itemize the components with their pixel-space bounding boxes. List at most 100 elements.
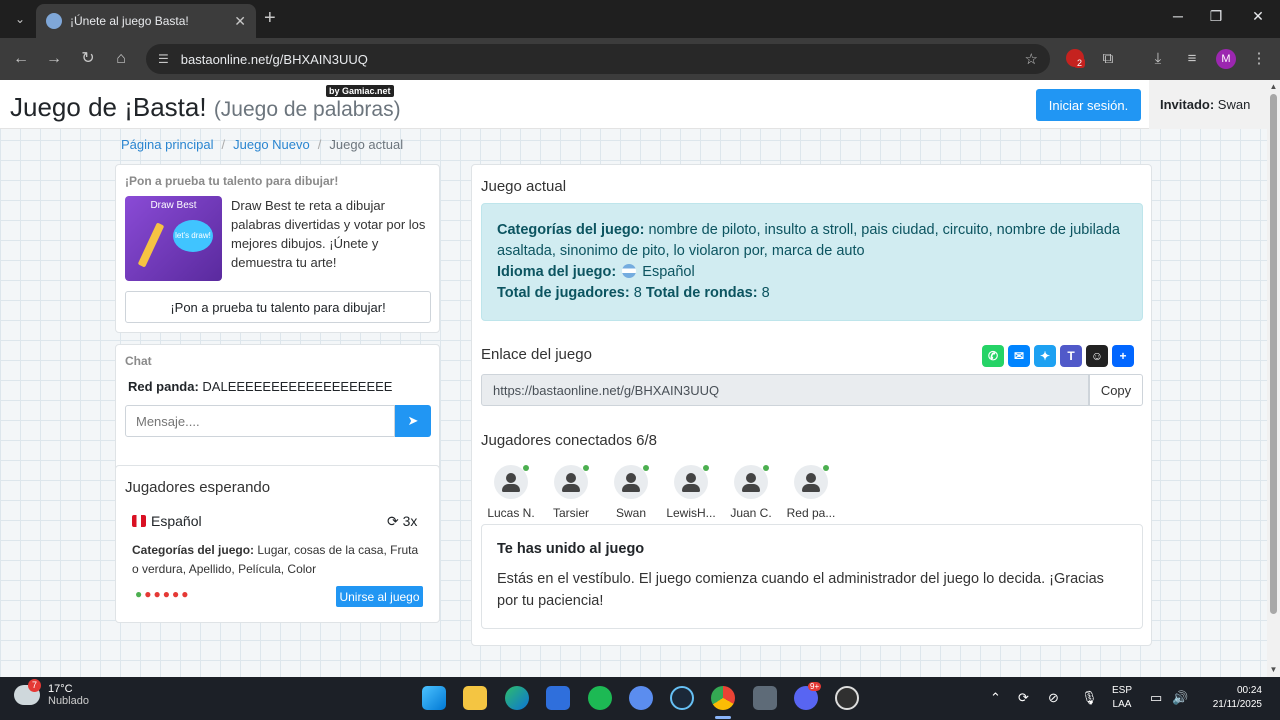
breadcrumb-separator: /: [317, 137, 322, 152]
browser-menu-icon[interactable]: ⋮: [1248, 48, 1270, 70]
user-avatar-icon: [494, 465, 529, 499]
store-icon[interactable]: [546, 686, 570, 710]
connected-player[interactable]: Juan C.: [721, 465, 781, 520]
player-slot-empty-icon: ●: [153, 587, 163, 601]
window-close-icon[interactable]: ✕: [1238, 8, 1278, 25]
game-link-input[interactable]: [481, 374, 1089, 406]
connected-player[interactable]: Lucas N.: [481, 465, 541, 520]
player-name: Swan: [615, 506, 647, 520]
user-avatar-icon: [554, 465, 589, 499]
game-language-label: Idioma del juego:: [497, 264, 617, 280]
weather-widget[interactable]: 7 17°C Nublado: [14, 679, 89, 707]
clock[interactable]: 00:24 21/11/2025: [1196, 684, 1262, 712]
media-control-icon[interactable]: ≡: [1181, 48, 1203, 70]
waiting-players-panel: Jugadores esperando Español ⟳ 3x Categor…: [115, 465, 440, 623]
spotify-icon[interactable]: [588, 686, 612, 710]
browser-tab-strip: ⌄ ¡Únete al juego Basta! ✕ + ─ ❐ ✕: [0, 0, 1280, 38]
teams-share-icon[interactable]: T: [1060, 345, 1082, 367]
browser-toolbar: ← → ↻ ⌂ ☰ bastaonline.net/g/BHXAIN3UUQ ☆…: [0, 38, 1280, 80]
site-info-icon[interactable]: ☰: [158, 52, 169, 66]
draw-best-button[interactable]: ¡Pon a prueba tu talento para dibujar!: [125, 291, 431, 323]
tab-search-icon[interactable]: ⌄: [8, 7, 32, 31]
home-icon[interactable]: ⌂: [110, 48, 132, 70]
online-status-dot: [703, 465, 709, 471]
messenger-share-icon[interactable]: ✉: [1008, 345, 1030, 367]
cloud-icon: 7: [14, 679, 41, 705]
connected-label-text: Jugadores conectados: [481, 432, 632, 449]
edge-icon[interactable]: [505, 686, 529, 710]
game-language-value: Español: [642, 264, 695, 280]
login-button[interactable]: Iniciar sesión.: [1036, 89, 1141, 121]
start-icon[interactable]: [422, 686, 446, 710]
player-slot-empty-icon: ●: [172, 587, 182, 601]
join-game-button[interactable]: Unirse al juego: [336, 586, 423, 607]
connected-player[interactable]: Tarsier: [541, 465, 601, 520]
browser-tab[interactable]: ¡Únete al juego Basta! ✕: [36, 4, 256, 38]
waiting-title: Jugadores esperando: [125, 479, 271, 496]
breadcrumb-home[interactable]: Página principal: [121, 137, 214, 152]
scroll-up-icon[interactable]: ▲: [1269, 82, 1278, 91]
lang-top: ESP: [1112, 685, 1133, 696]
address-bar[interactable]: ☰ bastaonline.net/g/BHXAIN3UUQ ☆: [146, 44, 1050, 74]
connected-player[interactable]: LewisH...: [661, 465, 721, 520]
game-link-label: Enlace del juego: [481, 346, 592, 363]
obs-icon[interactable]: [835, 686, 859, 710]
extensions-puzzle-icon[interactable]: ⧉: [1097, 48, 1119, 70]
steam-icon[interactable]: [670, 686, 694, 710]
sync-icon[interactable]: ⟳: [1018, 690, 1029, 706]
windows-taskbar: 7 17°C Nublado 9+ ⌃ ⟳ ⊘ 🎙 ESP LAA ▭ 🔊 00…: [0, 677, 1280, 720]
connected-player[interactable]: Red pa...: [781, 465, 841, 520]
back-icon[interactable]: ←: [10, 48, 32, 70]
new-tab-icon[interactable]: +: [264, 8, 276, 28]
total-players-label: Total de jugadores:: [497, 285, 630, 301]
scrollbar-thumb[interactable]: [1270, 94, 1277, 614]
language-indicator[interactable]: ESP LAA: [1112, 684, 1132, 712]
temperature: 17°C: [48, 683, 73, 695]
breadcrumb-new-game[interactable]: Juego Nuevo: [233, 137, 310, 152]
page-scrollbar[interactable]: ▲ ▼: [1267, 80, 1280, 677]
connected-player[interactable]: Swan: [601, 465, 661, 520]
player-slot-empty-icon: ●: [181, 587, 191, 601]
chrome-icon[interactable]: [711, 686, 735, 710]
waiting-player-slots: ●●●●●●: [135, 587, 191, 601]
game-heading: Juego actual: [481, 178, 567, 195]
calculator-icon[interactable]: [753, 686, 777, 710]
game-categories: Categorías del juego: nombre de piloto, …: [497, 220, 1127, 262]
total-players-value: 8: [633, 285, 642, 301]
profile-avatar[interactable]: M: [1216, 49, 1236, 69]
scroll-down-icon[interactable]: ▼: [1269, 665, 1278, 674]
gamiac-badge[interactable]: by Gamiac.net: [326, 85, 394, 97]
waiting-rounds: ⟳ 3x: [387, 513, 417, 530]
draw-best-image[interactable]: Draw Best let's draw!: [125, 196, 222, 281]
network-off-icon[interactable]: ⊘: [1048, 690, 1059, 706]
copy-link-button[interactable]: Copy: [1089, 374, 1143, 406]
snapchat-share-icon[interactable]: ☺: [1086, 345, 1108, 367]
microphone-icon[interactable]: 🎙: [1081, 690, 1098, 706]
breadcrumb-separator: /: [221, 137, 226, 152]
forward-icon[interactable]: →: [43, 48, 65, 70]
volume-icon[interactable]: 🔊: [1172, 690, 1188, 706]
page-viewport: Juego de ¡Basta! (Juego de palabras) by …: [0, 80, 1267, 677]
whatsapp-share-icon[interactable]: ✆: [982, 345, 1004, 367]
bookmark-star-icon[interactable]: ☆: [1025, 50, 1038, 68]
address-url[interactable]: bastaonline.net/g/BHXAIN3UUQ: [181, 52, 1025, 67]
chat-title: Chat: [125, 354, 152, 368]
restore-icon[interactable]: ❐: [1196, 8, 1236, 25]
tab-close-icon[interactable]: ✕: [234, 13, 246, 30]
display-icon[interactable]: ▭: [1150, 690, 1162, 706]
chat-message-author: Red panda:: [128, 379, 199, 394]
user-avatar-icon: [794, 465, 829, 499]
online-status-dot: [583, 465, 589, 471]
minimize-icon[interactable]: ─: [1158, 8, 1198, 24]
show-hidden-icons-icon[interactable]: ⌃: [990, 690, 1001, 706]
chat-send-button[interactable]: ➤: [395, 405, 431, 437]
draw-best-ad-panel: ¡Pon a prueba tu talento para dibujar! D…: [115, 164, 440, 333]
app-icon[interactable]: [629, 686, 653, 710]
downloads-icon[interactable]: ⤓: [1147, 48, 1169, 70]
reload-icon[interactable]: ↻: [77, 48, 99, 70]
more-share-icon[interactable]: +: [1112, 345, 1134, 367]
twitter-share-icon[interactable]: ✦: [1034, 345, 1056, 367]
file-explorer-icon[interactable]: [463, 686, 487, 710]
total-rounds-label: Total de rondas:: [645, 285, 758, 301]
chat-input[interactable]: [125, 405, 395, 437]
